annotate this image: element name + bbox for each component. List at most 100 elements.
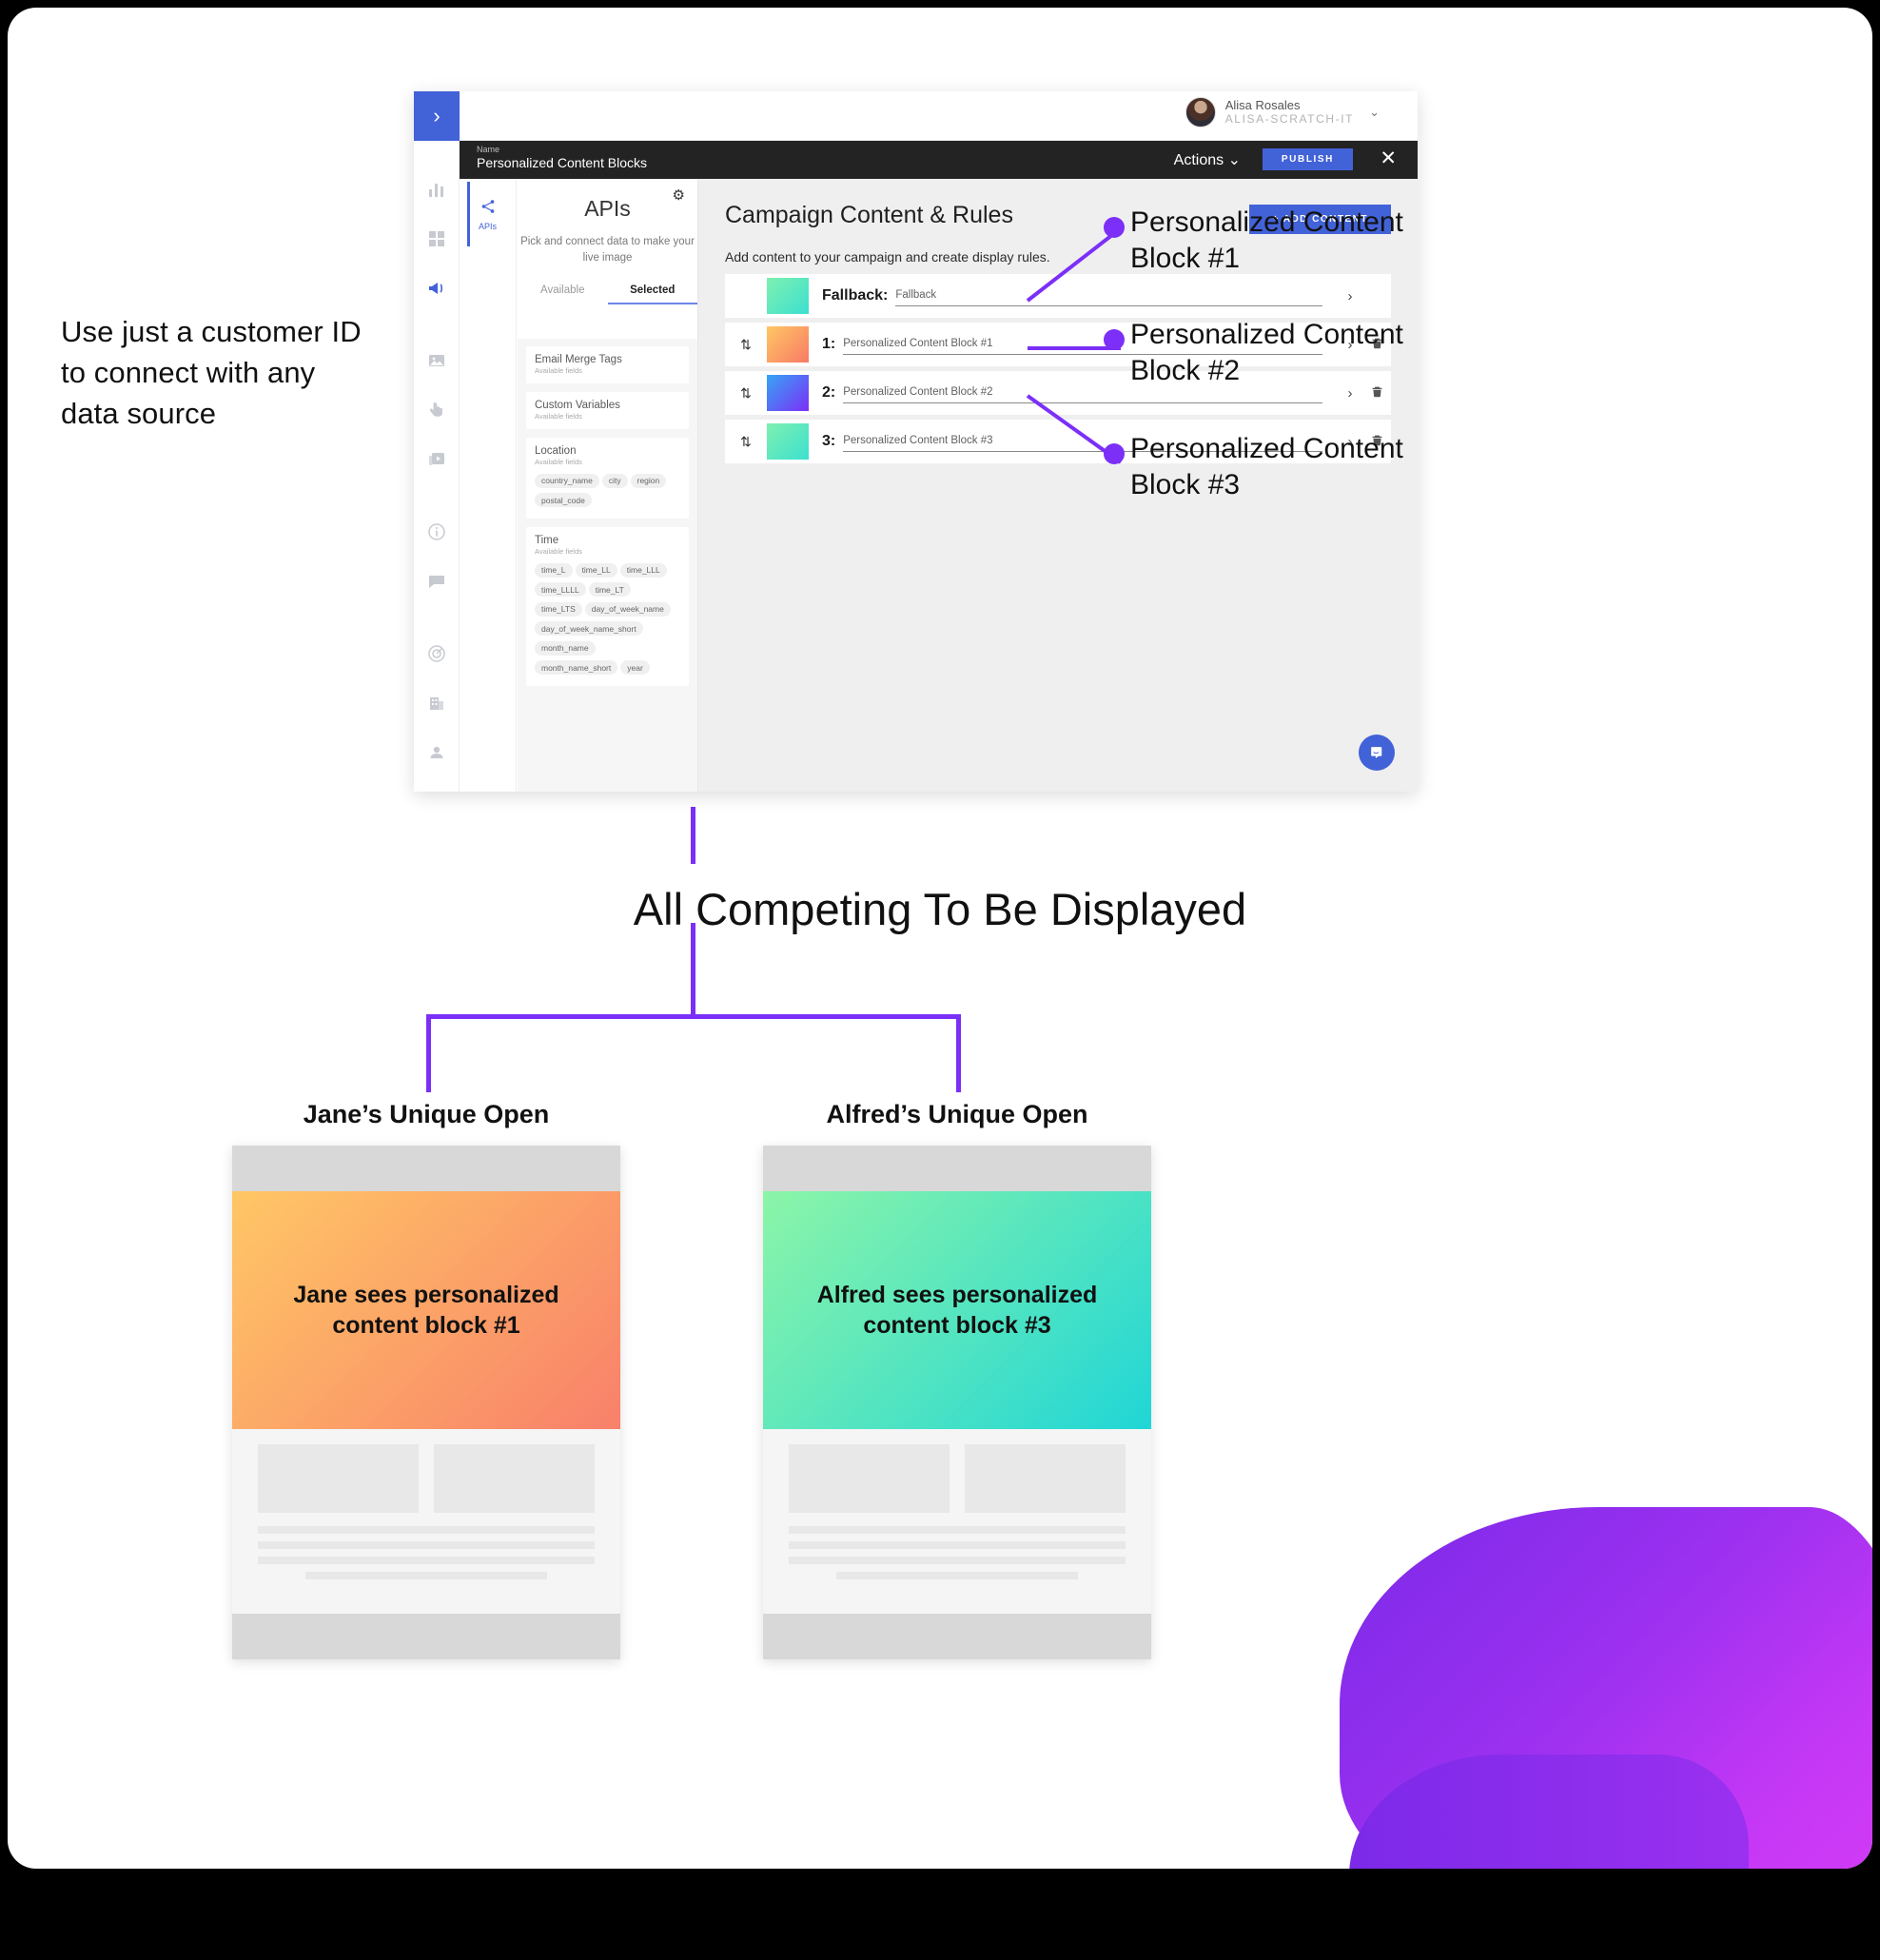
page-title: Campaign Content & Rules [725,202,1013,228]
annotation-label: Personalized Content Block #1 [1130,206,1403,274]
field-chip[interactable]: time_LLLL [535,582,586,597]
mock-header-bar [232,1146,620,1191]
video-library-icon[interactable] [426,449,447,470]
field-chip[interactable]: month_name [535,640,596,656]
field-chip[interactable]: time_LTS [535,601,582,617]
info-icon[interactable] [426,521,447,542]
user-name: Alisa Rosales [1224,97,1301,112]
mock-hero-text: Alfred sees personalized content block #… [816,1282,1098,1339]
mock-text-line [789,1526,1126,1534]
annotation-dot [1104,329,1125,350]
field-group[interactable]: Time Available fields time_L time_LL time_LL… [526,527,689,686]
field-chip[interactable]: year [620,660,650,675]
content-color-swatch[interactable] [767,278,809,314]
person-icon[interactable] [426,742,447,763]
panel-tabs: Available Selected [518,284,697,305]
mock-text-line [258,1557,595,1564]
email-mockup-alfred: Alfred sees personalized content block #… [763,1146,1151,1659]
field-chip[interactable]: time_LL [575,562,617,578]
field-group-subtitle: Available fields [535,458,582,466]
editor-title-bar: Name Personalized Content Blocks Actions… [460,141,1418,179]
field-chip[interactable]: city [601,473,628,488]
sort-updown-icon[interactable]: ⇅ [725,385,767,402]
field-chip[interactable]: postal_code [535,493,592,507]
field-chip-list: time_L time_LL time_LLL time_LLLL time_LTtim… [535,560,680,677]
field-group[interactable]: Custom Variables Available fields [526,392,689,429]
annotation-dot [1104,443,1125,464]
panel-title: APIs [584,196,631,221]
field-chip[interactable]: time_LLL [619,562,667,578]
field-chip-list: country_name city region postal_code [535,471,680,510]
annotation-label: Personalized Content Block #3 [1130,433,1403,500]
app-topbar: › Alisa Rosales ALISA-SCRATCH-IT ⌄ [414,91,1418,141]
chevron-down-icon[interactable]: ⌄ [1369,105,1380,120]
apis-tab-column[interactable]: APIs [460,179,517,792]
connector-horizontal [426,1014,961,1019]
mock-hero-text: Jane sees personalized content block #1 [293,1282,559,1339]
campaign-name-value[interactable]: Personalized Content Blocks [477,155,647,170]
mock-text-line-short [835,1572,1079,1579]
field-chip[interactable]: time_L [535,562,573,578]
field-chip[interactable]: region [630,473,667,488]
field-chip[interactable]: month_name_short [535,660,618,675]
mock-image-placeholder [434,1444,595,1513]
field-group[interactable]: Email Merge Tags Available fields [526,346,689,383]
left-caption: Use just a customer ID to connect with a… [61,315,362,430]
content-color-swatch[interactable] [767,326,809,363]
field-chip[interactable]: day_of_week_name [584,601,671,617]
tab-active-indicator [467,182,470,246]
connector-left-branch [426,1014,431,1092]
page-canvas: Use just a customer ID to connect with a… [8,8,1872,1869]
user-account-menu[interactable]: Alisa Rosales ALISA-SCRATCH-IT ⌄ [1185,97,1380,127]
mock-body [232,1429,620,1589]
content-color-swatch[interactable] [767,423,809,460]
mock-text-line [258,1541,595,1549]
sort-updown-icon[interactable]: ⇅ [725,337,767,353]
chevron-right-icon[interactable]: › [414,91,460,141]
mock-header-bar [763,1146,1151,1191]
content-color-swatch[interactable] [767,375,809,411]
field-chip[interactable]: country_name [535,473,599,488]
dashboard-icon[interactable] [426,228,447,249]
actions-menu[interactable]: Actions ⌄ [1174,150,1241,169]
building-icon[interactable] [426,693,447,714]
mock-text-line [789,1541,1126,1549]
annotation-label: Personalized Content Block #2 [1130,319,1403,386]
field-chip[interactable]: day_of_week_name_short [535,621,643,636]
mock-text-line [789,1557,1126,1564]
chat-icon[interactable] [426,571,447,592]
field-group[interactable]: Location Available fields country_name city… [526,438,689,519]
apis-panel: ⚙ APIs Pick and connect data to make you… [518,179,698,792]
field-group-subtitle: Available fields [535,547,582,556]
mock-text-line [258,1526,595,1534]
mock-image-placeholder [789,1444,950,1513]
mid-heading: All Competing To Be Displayed [633,884,1247,934]
mock-footer-bar [232,1614,620,1659]
megaphone-icon[interactable] [426,278,447,299]
close-icon[interactable]: ✕ [1380,148,1397,168]
content-row-label: 2: [822,384,836,401]
field-group-title: Location [535,445,577,457]
mockup-title-right: Alfred’s Unique Open [826,1100,1088,1128]
sort-updown-icon[interactable]: ⇅ [725,434,767,450]
tab-available[interactable]: Available [518,284,608,304]
radar-icon[interactable] [426,643,447,664]
mock-footer-bar [763,1614,1151,1659]
field-chip[interactable]: time_LT [588,582,631,597]
publish-button[interactable]: PUBLISH [1262,148,1353,170]
chevron-down-icon: ⌄ [1227,152,1241,168]
bar-chart-icon[interactable] [426,179,447,200]
mock-image-placeholder [965,1444,1126,1513]
field-group-subtitle: Available fields [535,366,582,375]
click-hand-icon[interactable] [426,400,447,421]
chat-bubble-icon[interactable] [1359,735,1395,771]
content-row-label: 3: [822,433,836,449]
content-row-label: Fallback: [822,287,889,304]
mock-image-row [258,1444,595,1513]
tab-selected[interactable]: Selected [607,284,697,305]
panel-subtitle: Pick and connect data to make your live … [520,236,695,264]
mockup-title-left: Jane’s Unique Open [303,1100,550,1128]
mock-text-lines [258,1526,595,1579]
image-icon[interactable] [426,350,447,371]
gear-icon[interactable]: ⚙ [673,186,685,204]
